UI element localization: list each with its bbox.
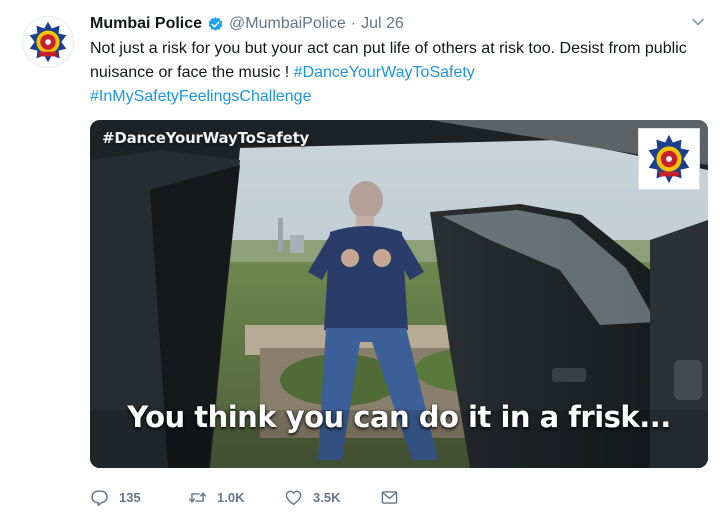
tweet-header: Mumbai Police @MumbaiPolice · Jul 26 (90, 13, 404, 35)
hashtag-link[interactable]: #InMySafetyFeelingsChallenge (90, 88, 311, 105)
hashtag-link[interactable]: #DanceYourWayToSafety (294, 64, 475, 81)
like-count: 3.5K (313, 489, 341, 505)
tweet-date[interactable]: Jul 26 (361, 15, 404, 33)
reply-button[interactable]: 135 (90, 488, 188, 507)
retweet-button[interactable]: 1.0K (188, 488, 284, 507)
avatar[interactable] (22, 16, 74, 68)
envelope-icon (381, 490, 398, 504)
separator-dot: · (350, 15, 357, 32)
user-handle[interactable]: @MumbaiPolice (229, 15, 346, 33)
tweet-text: Not just a risk for you but your act can… (90, 37, 700, 109)
retweet-icon (188, 491, 207, 503)
police-logo-icon (638, 128, 700, 190)
reply-icon (91, 489, 108, 506)
verified-badge-icon (207, 16, 224, 33)
reply-count: 135 (119, 489, 141, 505)
retweet-count: 1.0K (217, 489, 245, 505)
video-subtitle: You think you can do it in a frisk... (127, 400, 671, 434)
chevron-down-icon[interactable] (690, 14, 706, 30)
tweet[interactable]: Mumbai Police @MumbaiPolice · Jul 26 Not… (0, 0, 720, 528)
heart-icon (285, 490, 302, 505)
direct-message-button[interactable] (380, 488, 410, 507)
video-player[interactable]: #DanceYourWayToSafety You think you can … (90, 120, 708, 468)
video-hashtag-overlay: #DanceYourWayToSafety (102, 129, 310, 147)
police-emblem-icon (23, 17, 73, 67)
display-name[interactable]: Mumbai Police (90, 15, 202, 33)
tweet-actions: 135 1.0K 3.5K (90, 486, 410, 508)
like-button[interactable]: 3.5K (284, 488, 380, 507)
